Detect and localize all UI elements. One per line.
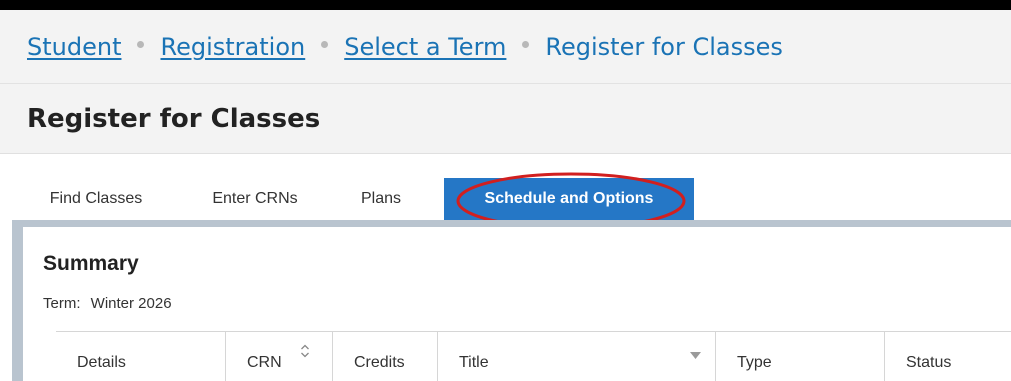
- column-label-title: Title: [459, 353, 489, 371]
- top-black-bar: [0, 0, 1011, 10]
- breadcrumb-separator-dot: [321, 41, 329, 48]
- breadcrumb-register-for-classes: Register for Classes: [545, 32, 783, 61]
- column-header-credits[interactable]: Credits: [333, 332, 438, 381]
- breadcrumb-separator-dot: [522, 41, 530, 48]
- summary-title: Summary: [43, 252, 139, 275]
- term-label: Term:: [43, 295, 81, 312]
- sort-icon[interactable]: [300, 344, 310, 358]
- term-row: Term: Winter 2026: [43, 295, 178, 312]
- tab-schedule-and-options[interactable]: Schedule and Options: [444, 178, 694, 220]
- tab-find-classes[interactable]: Find Classes: [0, 178, 192, 220]
- column-label-details: Details: [77, 353, 126, 371]
- tab-bar: Find Classes Enter CRNs Plans Schedule a…: [0, 178, 694, 220]
- tab-plans[interactable]: Plans: [318, 178, 444, 220]
- breadcrumb-separator-dot: [137, 41, 145, 48]
- dropdown-caret-icon[interactable]: [690, 347, 701, 359]
- column-header-type[interactable]: Type: [716, 332, 885, 381]
- column-label-status: Status: [906, 353, 952, 371]
- column-header-crn[interactable]: CRN: [226, 332, 333, 381]
- column-header-status[interactable]: Status: [885, 332, 1011, 381]
- breadcrumb-registration[interactable]: Registration: [160, 33, 305, 61]
- summary-table-header: Details CRN Credits Title Type Status: [56, 331, 1011, 381]
- breadcrumb: Student Registration Select a Term Regis…: [0, 10, 1011, 83]
- breadcrumb-student[interactable]: Student: [27, 33, 121, 61]
- column-label-crn: CRN: [247, 353, 282, 371]
- tab-enter-crns[interactable]: Enter CRNs: [192, 178, 318, 220]
- term-value: Winter 2026: [90, 295, 172, 312]
- column-header-details[interactable]: Details: [56, 332, 226, 381]
- summary-panel: Summary Term: Winter 2026 Details CRN Cr…: [23, 227, 1011, 381]
- column-label-type: Type: [737, 353, 772, 371]
- page-title: Register for Classes: [27, 103, 321, 134]
- page-header: Register for Classes: [0, 84, 1011, 154]
- column-header-title[interactable]: Title: [438, 332, 716, 381]
- column-label-credits: Credits: [354, 353, 405, 371]
- breadcrumb-select-a-term[interactable]: Select a Term: [344, 33, 506, 61]
- content-frame: Summary Term: Winter 2026 Details CRN Cr…: [12, 220, 1011, 381]
